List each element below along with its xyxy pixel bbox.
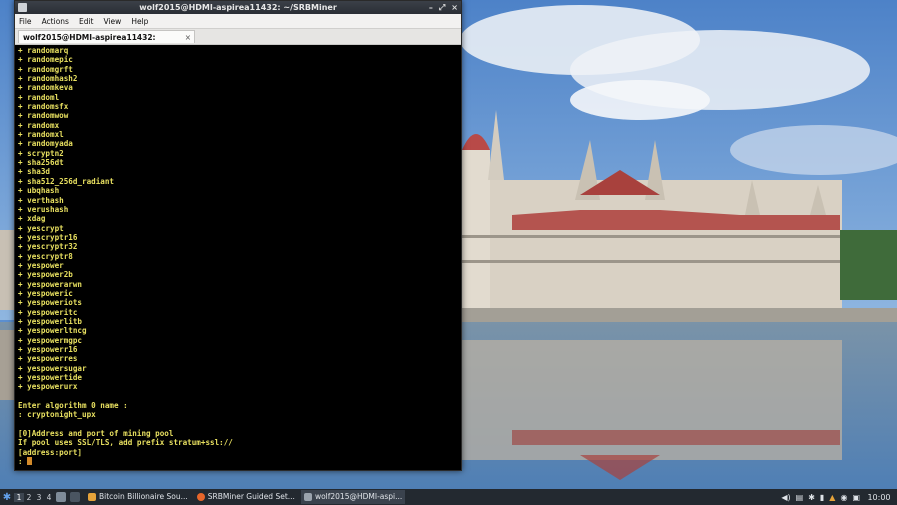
terminal-line: + randomx <box>18 120 60 130</box>
terminal-line: + ubqhash <box>18 186 60 196</box>
warning-icon <box>88 493 96 501</box>
terminal-line: + verushash <box>18 204 69 214</box>
terminal-lines: + randomarq + randomepic + randomgrft + ran… <box>15 45 461 466</box>
task-srbminer-guide[interactable]: SRBMiner Guided Set... <box>194 490 298 504</box>
terminal-line: + sha3d <box>18 167 51 177</box>
terminal-line: + randomhash2 <box>18 74 78 84</box>
terminal-line: Enter algorithm 0 name : <box>18 401 128 411</box>
terminal-line: + randomyada <box>18 139 73 149</box>
terminal-line: + sha512_256d_radiant <box>18 176 115 186</box>
task-label: SRBMiner Guided Set... <box>207 492 295 501</box>
start-menu-icon[interactable]: ✱ <box>0 490 14 504</box>
task-bitcoin-billionaire[interactable]: Bitcoin Billionaire Sou... <box>85 490 191 504</box>
close-button[interactable]: × <box>451 1 458 14</box>
terminal-line: + randomwow <box>18 111 69 121</box>
terminal-line: + yescrypt <box>18 223 64 233</box>
terminal-line: + yespowermgpc <box>18 335 83 345</box>
tab-terminal[interactable]: wolf2015@HDMI-aspirea11432: ~/SRBMiner × <box>18 30 195 55</box>
terminal-line: [address:port] <box>18 447 83 457</box>
menu-file[interactable]: File <box>19 17 32 26</box>
workspace-1[interactable]: 1 <box>14 492 24 502</box>
terminal-line: + randoml <box>18 92 60 102</box>
terminal-line: + yespower <box>18 260 64 270</box>
terminal-line: + scryptn2 <box>18 148 64 158</box>
terminal-line: + verthash <box>18 195 64 205</box>
terminal-line: + yespowertide <box>18 373 83 383</box>
terminal-line: : cryptonight_upx <box>18 410 96 420</box>
updates-icon[interactable]: ◉ <box>840 493 847 502</box>
terminal-line: + yescryptr32 <box>18 242 78 252</box>
terminal-launcher-icon[interactable] <box>70 492 80 502</box>
terminal-window[interactable]: wolf2015@HDMI-aspirea11432: ~/SRBMiner –… <box>14 0 462 471</box>
terminal-line: + xdag <box>18 214 46 224</box>
bluetooth-icon[interactable]: ✱ <box>808 493 815 502</box>
tab-close-icon[interactable]: × <box>185 31 191 44</box>
terminal-cursor <box>27 457 33 466</box>
window-titlebar[interactable]: wolf2015@HDMI-aspirea11432: ~/SRBMiner –… <box>15 1 461 14</box>
workspace-3[interactable]: 3 <box>34 493 44 502</box>
menu-edit[interactable]: Edit <box>79 17 94 26</box>
terminal-line: + yespowerres <box>18 354 78 364</box>
terminal-line: + yespowersugar <box>18 363 87 373</box>
terminal-line: + randomgrft <box>18 64 73 74</box>
workspace-4[interactable]: 4 <box>44 493 54 502</box>
menu-actions[interactable]: Actions <box>42 17 69 26</box>
terminal-line: + yespowerurx <box>18 382 78 392</box>
menu-help[interactable]: Help <box>131 17 148 26</box>
menu-view[interactable]: View <box>104 17 122 26</box>
system-tray: ◀) ▤ ✱ ▮ ▲ ◉ ▣ 10:00 <box>781 493 897 502</box>
terminal-line: + yespoweric <box>18 288 73 298</box>
terminal-line: + randomsfx <box>18 102 69 112</box>
menubar: File Actions Edit View Help <box>15 14 461 29</box>
terminal-line: + yescryptr8 <box>18 251 73 261</box>
terminal-line: + yespowerr16 <box>18 345 78 354</box>
terminal-line: + yespowerlitb <box>18 316 83 326</box>
clock[interactable]: 10:00 <box>865 493 893 502</box>
terminal-line: + yescryptr16 <box>18 232 78 242</box>
terminal-line: + randomkeva <box>18 83 73 93</box>
terminal-line: + yespowerltncg <box>18 326 87 336</box>
terminal-icon <box>303 493 312 501</box>
task-terminal[interactable]: wolf2015@HDMI-aspi... <box>300 490 406 504</box>
terminal-line: + yespoweriots <box>18 298 83 308</box>
file-manager-icon[interactable] <box>56 492 66 502</box>
task-label: wolf2015@HDMI-aspi... <box>314 492 403 501</box>
terminal-line: : <box>18 457 461 466</box>
terminal-line: + yespoweritc <box>18 307 78 317</box>
workspace-2[interactable]: 2 <box>24 493 34 502</box>
terminal-line: + yespower2b <box>18 270 73 280</box>
tab-bar: wolf2015@HDMI-aspirea11432: ~/SRBMiner × <box>15 29 461 55</box>
warning-tray-icon[interactable]: ▲ <box>829 493 835 502</box>
terminal-app-icon <box>18 3 27 12</box>
terminal-output[interactable]: + randomarq + randomepic + randomgrft + ran… <box>15 45 461 470</box>
maximize-button[interactable]: ⤢ <box>439 1 445 14</box>
battery-icon[interactable]: ▮ <box>820 493 824 502</box>
clipboard-icon[interactable]: ▣ <box>852 493 860 502</box>
terminal-line: + randomarq <box>18 46 69 55</box>
minimize-button[interactable]: – <box>429 1 433 14</box>
task-label: Bitcoin Billionaire Sou... <box>99 492 188 501</box>
network-icon[interactable]: ▤ <box>796 493 804 502</box>
terminal-line: + sha256dt <box>18 158 64 168</box>
terminal-line: + randomxl <box>18 130 64 140</box>
volume-icon[interactable]: ◀) <box>781 493 790 502</box>
taskbar: ✱ 1 2 3 4 Bitcoin Billionaire Sou... SRB… <box>0 489 897 505</box>
terminal-line: If pool uses SSL/TLS, add prefix stratum… <box>18 438 233 448</box>
terminal-line: + randomepic <box>18 55 73 65</box>
terminal-line: [0]Address and port of mining pool <box>18 429 174 439</box>
terminal-line: + yespowerarwn <box>18 279 83 289</box>
window-title: wolf2015@HDMI-aspirea11432: ~/SRBMiner <box>139 3 337 12</box>
firefox-icon <box>196 493 205 501</box>
